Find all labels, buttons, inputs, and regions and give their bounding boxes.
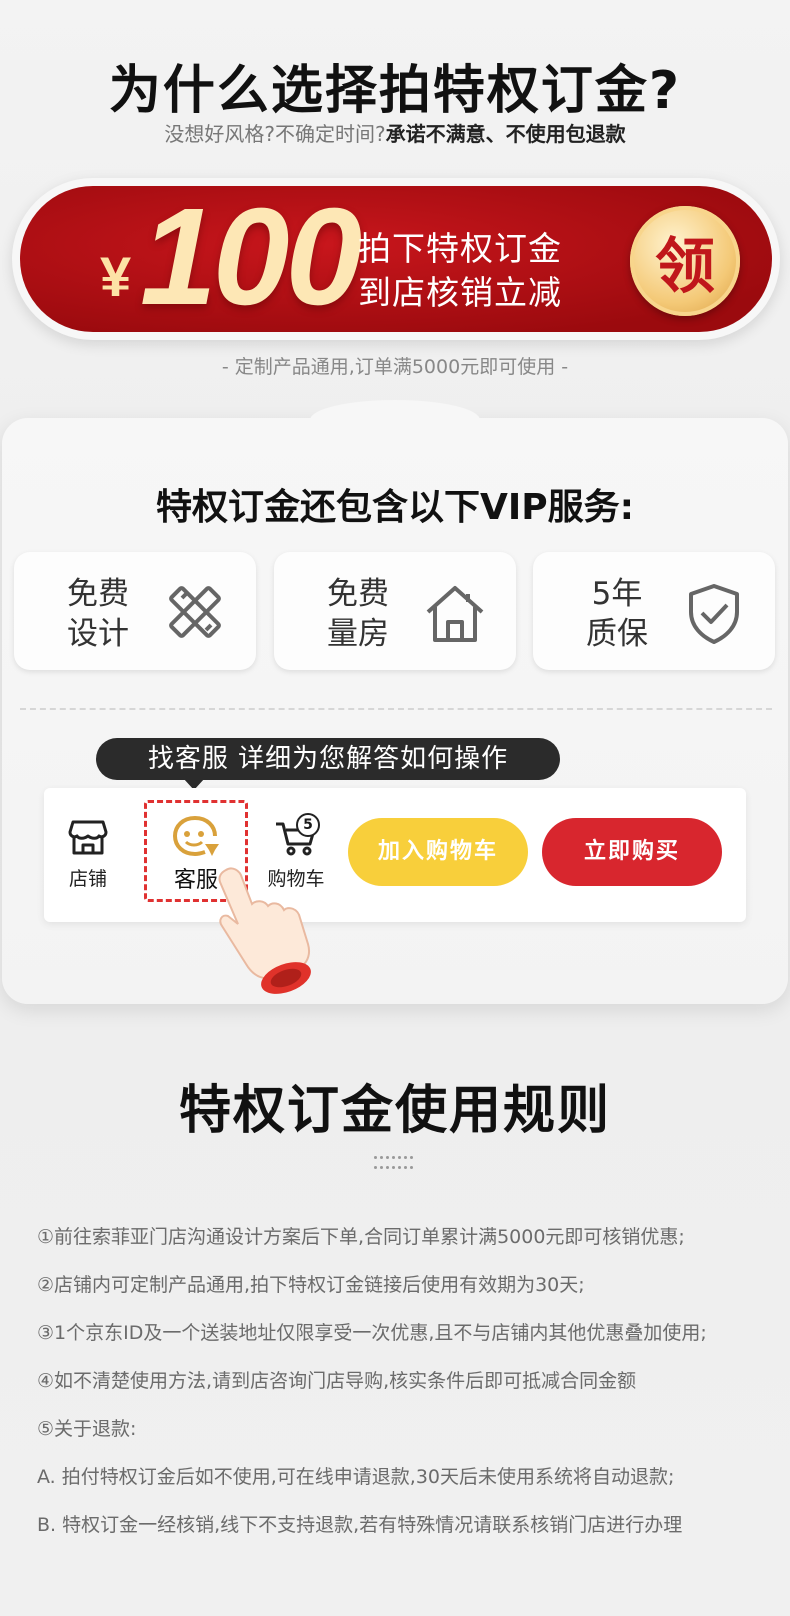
page: 为什么选择拍特权订金? 没想好风格?不确定时间?承诺不满意、不使用包退款 ¥ 1…: [0, 0, 790, 1616]
rule-item: ②店铺内可定制产品通用,拍下特权订金链接后使用有效期为30天;: [37, 1274, 585, 1296]
rule-item: ④如不清楚使用方法,请到店咨询门店导购,核实条件后即可抵减合同金额: [37, 1370, 637, 1392]
decorative-dots: [374, 1156, 416, 1174]
add-to-cart-button[interactable]: 加入购物车: [348, 818, 528, 886]
subtitle-plain: 没想好风格?不确定时间?: [164, 122, 386, 146]
coupon-banner-body: ¥ 100 拍下特权订金 到店核销立减 领: [20, 186, 772, 332]
service-free-design: 免费 设计: [14, 552, 256, 670]
coupon-amount: 100: [140, 186, 362, 332]
vip-card-notch: [310, 400, 480, 440]
coupon-line-2: 到店核销立减: [358, 273, 562, 312]
service-free-measure: 免费 量房: [274, 552, 516, 670]
customer-service-icon: [172, 816, 219, 857]
currency-symbol: ¥: [100, 245, 132, 308]
shield-check-icon: [689, 584, 739, 644]
rule-item: B. 特权订金一经核销,线下不支持退款,若有特殊情况请联系核销门店进行办理: [37, 1514, 683, 1536]
pointing-hand-icon: [218, 867, 311, 994]
rule-item: ⑤关于退款:: [37, 1418, 137, 1440]
rule-item: ①前往索菲亚门店沟通设计方案后下单,合同订单累计满5000元即可核销优惠;: [37, 1226, 685, 1248]
rule-item: ③1个京东ID及一个送装地址仅限享受一次优惠,且不与店铺内其他优惠叠加使用;: [37, 1322, 707, 1344]
coupon-line-1: 拍下特权订金: [358, 229, 562, 268]
house-icon: [426, 586, 484, 642]
service-label-line1: 5年: [591, 576, 643, 612]
cart-count-badge: 5: [296, 813, 320, 837]
store-button[interactable]: 店铺: [48, 818, 128, 891]
page-subtitle: 没想好风格?不确定时间?承诺不满意、不使用包退款: [0, 118, 790, 147]
service-label-line2: 量房: [327, 616, 389, 652]
service-label: 免费 量房: [318, 574, 398, 654]
service-tooltip: 找客服 详细为您解答如何操作: [96, 738, 560, 780]
service-label: 5年 质保: [577, 574, 657, 654]
store-icon: [68, 820, 108, 855]
service-warranty: 5年 质保: [533, 552, 775, 670]
dashed-divider: [20, 708, 772, 710]
service-label-line1: 免费: [327, 576, 389, 612]
claim-button[interactable]: 领: [630, 206, 740, 316]
service-label-line2: 设计: [67, 616, 129, 652]
coupon-note: - 定制产品通用,订单满5000元即可使用 -: [221, 356, 569, 378]
page-title: 为什么选择拍特权订金?: [108, 61, 682, 121]
buy-now-button[interactable]: 立即购买: [542, 818, 722, 886]
ruler-pencil-icon: [169, 586, 221, 638]
coupon-banner[interactable]: ¥ 100 拍下特权订金 到店核销立减 领: [12, 178, 780, 340]
service-label-line1: 免费: [67, 576, 129, 612]
service-label: 免费 设计: [58, 574, 138, 654]
service-label-line2: 质保: [586, 616, 648, 652]
subtitle-bold: 承诺不满意、不使用包退款: [385, 122, 626, 146]
rule-item: A. 拍付特权订金后如不使用,可在线申请退款,30天后未使用系统将自动退款;: [37, 1466, 675, 1488]
rules-title: 特权订金使用规则: [178, 1081, 611, 1141]
vip-title: 特权订金还包含以下VIP服务:: [155, 487, 635, 528]
store-label: 店铺: [68, 868, 107, 890]
